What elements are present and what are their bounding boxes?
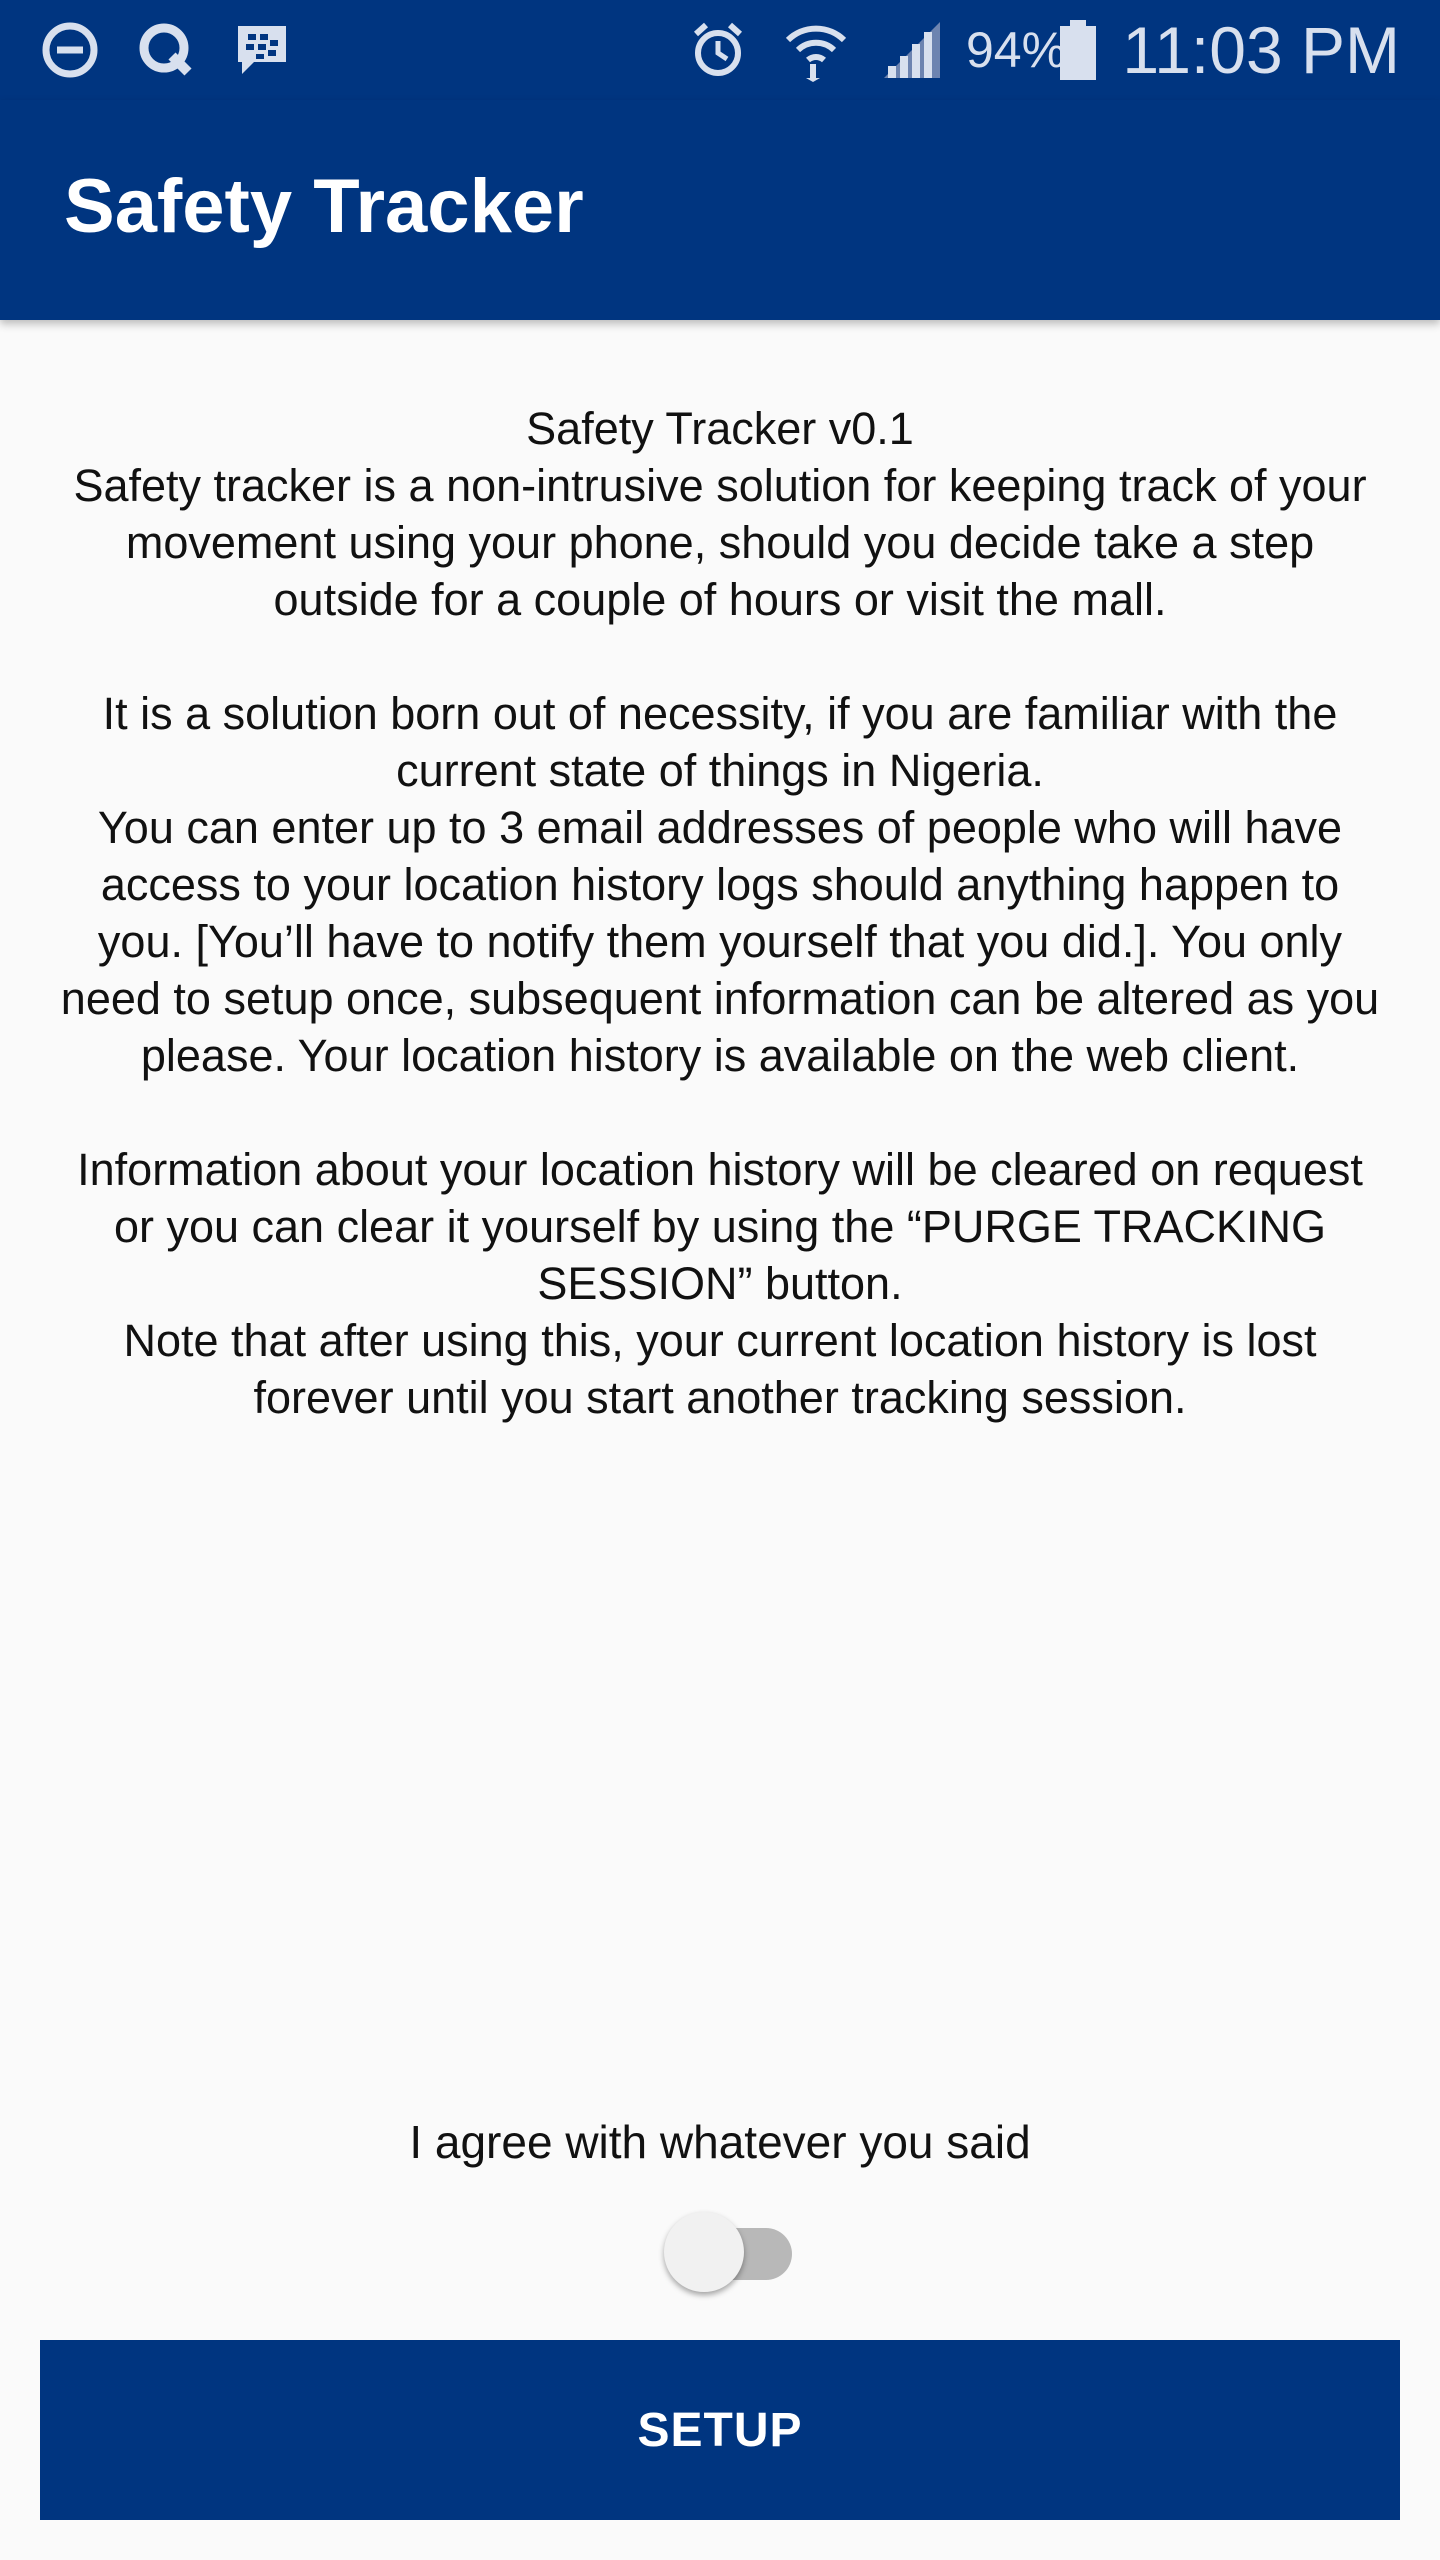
- signal-icon: [880, 18, 944, 82]
- intro-text: Safety Tracker v0.1 Safety tracker is a …: [60, 400, 1380, 1426]
- intro-paragraph-4: Information about your location history …: [77, 1144, 1363, 1309]
- do-not-disturb-icon: [38, 18, 102, 82]
- intro-paragraph-2: It is a solution born out of necessity, …: [102, 688, 1338, 796]
- bbm-icon: [230, 18, 294, 82]
- intro-paragraph-1: Safety tracker is a non-intrusive soluti…: [73, 460, 1367, 625]
- agree-switch[interactable]: [664, 2204, 804, 2292]
- setup-button[interactable]: SETUP: [40, 2340, 1400, 2520]
- agree-label: I agree with whatever you said: [409, 2116, 1031, 2168]
- wifi-icon: [784, 18, 848, 82]
- intro-paragraph-5: Note that after using this, your current…: [123, 1315, 1317, 1423]
- app-bar: Safety Tracker: [0, 100, 1440, 320]
- alarm-icon: [686, 18, 750, 82]
- intro-heading: Safety Tracker v0.1: [526, 403, 914, 454]
- q-app-icon: [134, 18, 198, 82]
- battery-percentage: 94%: [966, 22, 1067, 78]
- status-bar: 94% 11:03 PM: [0, 0, 1440, 100]
- status-clock: 11:03 PM: [1122, 13, 1400, 87]
- intro-paragraph-3: You can enter up to 3 email addresses of…: [60, 802, 1380, 1081]
- switch-thumb[interactable]: [664, 2212, 744, 2292]
- battery-icon: [1058, 18, 1098, 82]
- app-title: Safety Tracker: [64, 164, 584, 249]
